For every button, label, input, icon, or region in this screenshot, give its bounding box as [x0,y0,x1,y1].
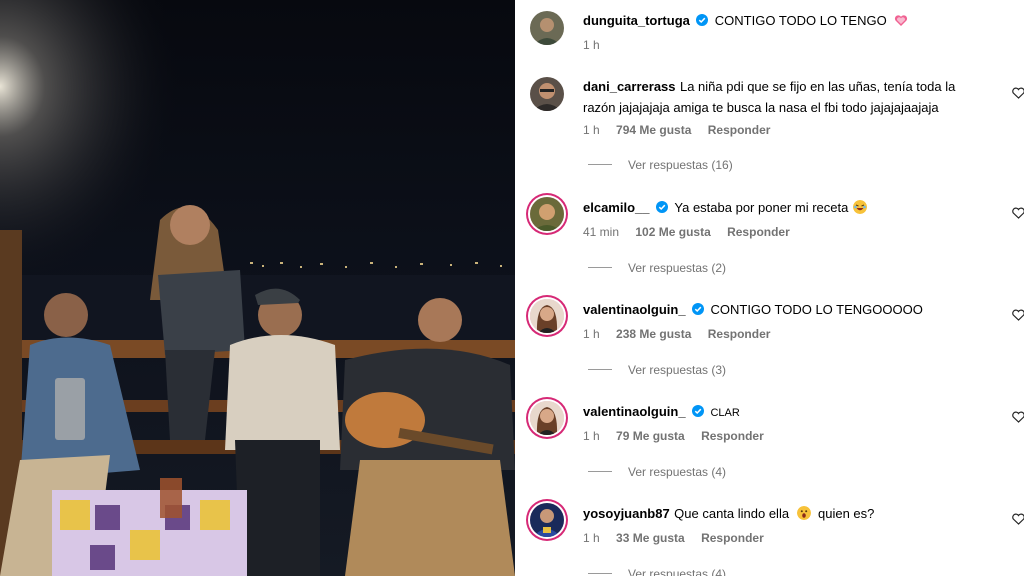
comment-time: 1 h [583,429,600,443]
view-replies-label: Ver respuestas (4) [628,465,727,479]
comment-meta: 1 h 33 Me gusta Responder [583,531,777,545]
post-username[interactable]: dunguita_tortuga [583,13,690,28]
comment: yosoyjuanb87 Que canta lindo ella quien … [527,503,1024,576]
verified-badge-icon [655,201,668,213]
comment-meta: 1 h 238 Me gusta Responder [583,327,783,341]
view-replies-label: Ver respuestas (3) [628,363,727,377]
comment-likes[interactable]: 794 Me gusta [616,123,691,137]
comment-username[interactable]: valentinaolguin_ [583,302,686,317]
like-heart-icon[interactable] [1012,513,1024,525]
comment-text: CLAR [710,407,740,419]
comment-likes[interactable]: 238 Me gusta [616,327,691,341]
view-replies-label: Ver respuestas (16) [628,158,733,172]
view-replies-button[interactable]: Ver respuestas (2) [588,261,726,275]
surprised-emoji-icon [796,506,811,520]
replies-divider [588,267,612,268]
comment-time: 41 min [583,225,620,239]
comment: valentinaolguin_ CONTIGO TODO LO TENGOOO… [527,299,1024,389]
replies-divider [588,573,612,574]
comment-meta: 41 min 102 Me gusta Responder [583,225,803,239]
photo-scene [0,0,515,576]
comment-time: 1 h [583,123,600,137]
heart-emoji-icon [895,15,908,26]
comment-username[interactable]: elcamilo__ [583,200,650,215]
like-heart-icon[interactable] [1012,87,1024,99]
laughing-emoji-icon [852,200,867,214]
comment-likes[interactable]: 79 Me gusta [616,429,685,443]
verified-badge-icon [696,14,709,26]
reply-button[interactable]: Responder [701,531,764,545]
comment-meta: 1 h 794 Me gusta Responder [583,123,783,137]
replies-divider [588,369,612,370]
avatar[interactable] [530,11,564,45]
comment: dani_carrerass La niña pdi que se fijo e… [527,76,1024,176]
comments-panel[interactable]: dunguita_tortuga CONTIGO TODO LO TENGO 1… [515,0,1024,576]
comment: elcamilo__ Ya estaba por poner mi receta… [527,197,1024,287]
avatar[interactable] [530,401,564,435]
comment-username[interactable]: valentinaolguin_ [583,404,686,419]
verified-badge-icon [692,303,705,315]
post-caption-text: CONTIGO TODO LO TENGO [714,13,887,28]
comment-text: Que canta lindo ella [674,506,790,521]
comment-username[interactable]: yosoyjuanb87 [583,506,670,521]
view-replies-button[interactable]: Ver respuestas (16) [588,158,733,172]
comment-username[interactable]: dani_carrerass [583,79,676,94]
view-replies-button[interactable]: Ver respuestas (4) [588,465,726,479]
avatar[interactable] [530,299,564,333]
like-heart-icon[interactable] [1012,309,1024,321]
comment: valentinaolguin_ CLAR 1 h 79 Me gusta Re… [527,401,1024,491]
post-caption: dunguita_tortuga CONTIGO TODO LO TENGO 1… [527,8,1017,54]
avatar[interactable] [530,77,564,111]
replies-divider [588,164,612,165]
view-replies-label: Ver respuestas (2) [628,261,727,275]
reply-button[interactable]: Responder [727,225,790,239]
comment-text-after: quien es? [817,506,875,521]
view-replies-button[interactable]: Ver respuestas (3) [588,363,726,377]
comment-likes[interactable]: 102 Me gusta [635,225,710,239]
reply-button[interactable]: Responder [708,327,771,341]
reply-button[interactable]: Responder [708,123,771,137]
avatar[interactable] [530,503,564,537]
post-time: 1 h [583,38,600,52]
comment-text: Ya estaba por poner mi receta [674,200,849,215]
reply-button[interactable]: Responder [701,429,764,443]
like-heart-icon[interactable] [1012,207,1024,219]
comment-time: 1 h [583,327,600,341]
comment-meta: 1 h 79 Me gusta Responder [583,429,777,443]
avatar[interactable] [530,197,564,231]
view-replies-button[interactable]: Ver respuestas (4) [588,567,726,576]
post-photo[interactable] [0,0,515,576]
comment-likes[interactable]: 33 Me gusta [616,531,685,545]
view-replies-label: Ver respuestas (4) [628,567,727,576]
like-heart-icon[interactable] [1012,411,1024,423]
comment-time: 1 h [583,531,600,545]
verified-badge-icon [692,405,705,417]
comment-text: CONTIGO TODO LO TENGOOOOO [710,302,923,317]
replies-divider [588,471,612,472]
